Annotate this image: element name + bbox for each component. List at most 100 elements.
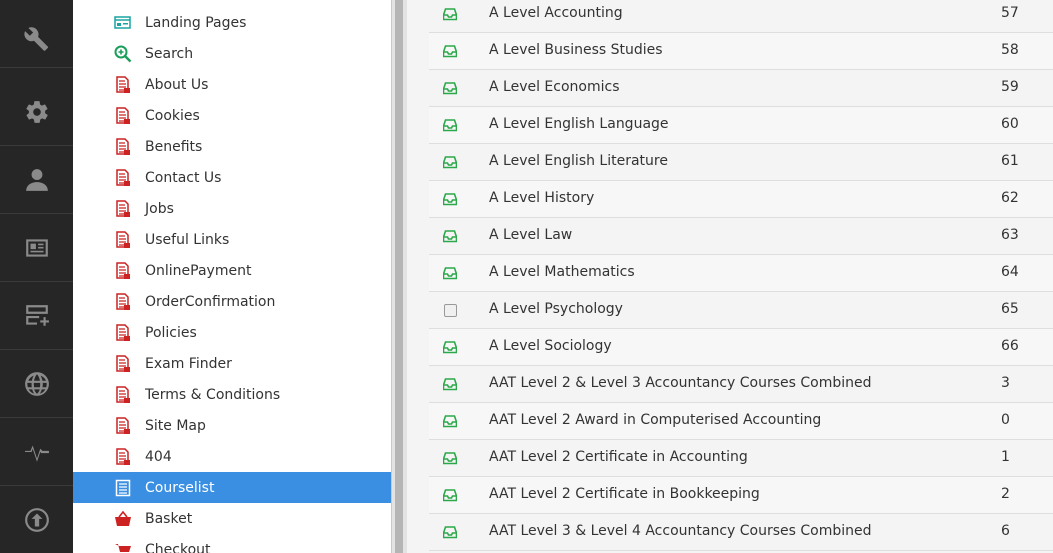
inbox-icon[interactable]	[442, 340, 458, 354]
tree-item-landing-pages[interactable]: Landing Pages	[73, 7, 391, 38]
tree-item-label: Policies	[145, 324, 197, 341]
page-icon	[114, 168, 132, 187]
course-id: 1	[1001, 449, 1010, 465]
contacts-button[interactable]	[0, 214, 73, 282]
table-row[interactable]: A Level Sociology 66	[429, 329, 1053, 366]
table-row[interactable]: A Level Law 63	[429, 218, 1053, 255]
tree-item-search[interactable]: Search	[73, 38, 391, 69]
row-checkbox[interactable]	[443, 303, 457, 317]
upload-icon	[24, 507, 49, 532]
table-row[interactable]: AAT Level 2 Award in Computerised Accoun…	[429, 403, 1053, 440]
page-icon	[114, 447, 132, 466]
search-icon	[114, 45, 132, 63]
course-name[interactable]: A Level English Language	[489, 116, 669, 132]
tree-item-404[interactable]: 404	[73, 441, 391, 472]
course-name[interactable]: A Level Business Studies	[489, 42, 663, 58]
inbox-icon[interactable]	[442, 451, 458, 465]
table-row[interactable]: AAT Level 2 Certificate in Accounting 1	[429, 440, 1053, 477]
course-name[interactable]: A Level English Literature	[489, 153, 668, 169]
course-id: 61	[1001, 153, 1019, 169]
splitter-handle[interactable]	[395, 0, 403, 553]
table-row[interactable]: AAT Level 2 Certificate in Bookkeeping 2	[429, 477, 1053, 514]
activity-button[interactable]	[0, 418, 73, 486]
inbox-icon[interactable]	[442, 7, 458, 21]
tree-item-useful-links[interactable]: Useful Links	[73, 224, 391, 255]
course-name[interactable]: A Level Accounting	[489, 5, 623, 21]
table-row[interactable]: A Level Economics 59	[429, 70, 1053, 107]
tree-item-label: Site Map	[145, 417, 206, 434]
course-name[interactable]: AAT Level 2 Award in Computerised Accoun…	[489, 412, 821, 428]
tree-item-cookies[interactable]: Cookies	[73, 100, 391, 131]
course-name[interactable]: AAT Level 3 & Level 4 Accountancy Course…	[489, 523, 872, 539]
tree-item-contact-us[interactable]: Contact Us	[73, 162, 391, 193]
tree-item-site-map[interactable]: Site Map	[73, 410, 391, 441]
table-row[interactable]: A Level Business Studies 58	[429, 33, 1053, 70]
tree-item-label: Jobs	[145, 200, 174, 217]
table-row[interactable]: A Level History 62	[429, 181, 1053, 218]
pane-splitter[interactable]	[391, 0, 408, 553]
page-icon	[114, 354, 132, 373]
table-row[interactable]: A Level English Language 60	[429, 107, 1053, 144]
course-name[interactable]: AAT Level 2 Certificate in Accounting	[489, 449, 748, 465]
tree-item-label: Useful Links	[145, 231, 230, 248]
inbox-icon[interactable]	[442, 414, 458, 428]
table-row[interactable]: AAT Level 2 & Level 3 Accountancy Course…	[429, 366, 1053, 403]
inbox-icon[interactable]	[442, 229, 458, 243]
tree-item-policies[interactable]: Policies	[73, 317, 391, 348]
table-row[interactable]: A Level Mathematics 64	[429, 255, 1053, 292]
tree-item-terms-conditions[interactable]: Terms & Conditions	[73, 379, 391, 410]
tree-item-jobs[interactable]: Jobs	[73, 193, 391, 224]
tree-item-exam-finder[interactable]: Exam Finder	[73, 348, 391, 379]
settings-button[interactable]	[0, 78, 73, 146]
globe-button[interactable]	[0, 350, 73, 418]
tree-item-label: Exam Finder	[145, 355, 232, 372]
tree-item-benefits[interactable]: Benefits	[73, 131, 391, 162]
inbox-icon[interactable]	[442, 488, 458, 502]
inbox-icon[interactable]	[442, 118, 458, 132]
tree-item-onlinepayment[interactable]: OnlinePayment	[73, 255, 391, 286]
course-name[interactable]: AAT Level 2 & Level 3 Accountancy Course…	[489, 375, 872, 391]
inbox-icon[interactable]	[442, 377, 458, 391]
table-row[interactable]: A Level Psychology 65	[429, 292, 1053, 329]
course-id: 63	[1001, 227, 1019, 243]
course-name[interactable]: A Level Psychology	[489, 301, 623, 317]
course-id: 62	[1001, 190, 1019, 206]
tree-item-courselist[interactable]: Courselist	[73, 472, 391, 503]
inbox-icon[interactable]	[442, 192, 458, 206]
page-icon	[114, 261, 132, 280]
tree-item-label: OnlinePayment	[145, 262, 252, 279]
page-icon	[114, 416, 132, 435]
tree-item-about-us[interactable]: About Us	[73, 69, 391, 100]
basket-icon	[114, 510, 132, 528]
course-id: 66	[1001, 338, 1019, 354]
course-name[interactable]: A Level Sociology	[489, 338, 612, 354]
publish-button[interactable]	[0, 486, 73, 553]
users-button[interactable]	[0, 146, 73, 214]
table-row[interactable]: AAT Level 3 & Level 4 Accountancy Course…	[429, 514, 1053, 551]
wrench-button[interactable]	[0, 10, 73, 68]
inbox-icon[interactable]	[442, 525, 458, 539]
tree-item-checkout[interactable]: Checkout	[73, 534, 391, 553]
main-panel: A Level Accounting 57 A Level Business Stu…	[407, 0, 1053, 553]
page-icon	[114, 106, 132, 125]
inbox-icon[interactable]	[442, 155, 458, 169]
course-name[interactable]: A Level Law	[489, 227, 572, 243]
inbox-icon[interactable]	[442, 266, 458, 280]
cart-icon	[114, 541, 132, 553]
course-name[interactable]: AAT Level 2 Certificate in Bookkeeping	[489, 486, 760, 502]
wrench-icon	[23, 26, 48, 51]
course-id: 0	[1001, 412, 1010, 428]
content-tree: Landing Pages Search About Us Cookies Benefi…	[73, 0, 391, 553]
table-row[interactable]: A Level Accounting 57	[429, 0, 1053, 33]
course-name[interactable]: A Level Mathematics	[489, 264, 635, 280]
inbox-icon[interactable]	[442, 44, 458, 58]
course-name[interactable]: A Level History	[489, 190, 594, 206]
tree-item-label: Courselist	[145, 479, 215, 496]
tree-item-orderconfirmation[interactable]: OrderConfirmation	[73, 286, 391, 317]
tree-item-basket[interactable]: Basket	[73, 503, 391, 534]
inbox-icon[interactable]	[442, 81, 458, 95]
server-button[interactable]	[0, 282, 73, 350]
table-row[interactable]: A Level English Literature 61	[429, 144, 1053, 181]
tree-item-label: Cookies	[145, 107, 200, 124]
course-name[interactable]: A Level Economics	[489, 79, 620, 95]
